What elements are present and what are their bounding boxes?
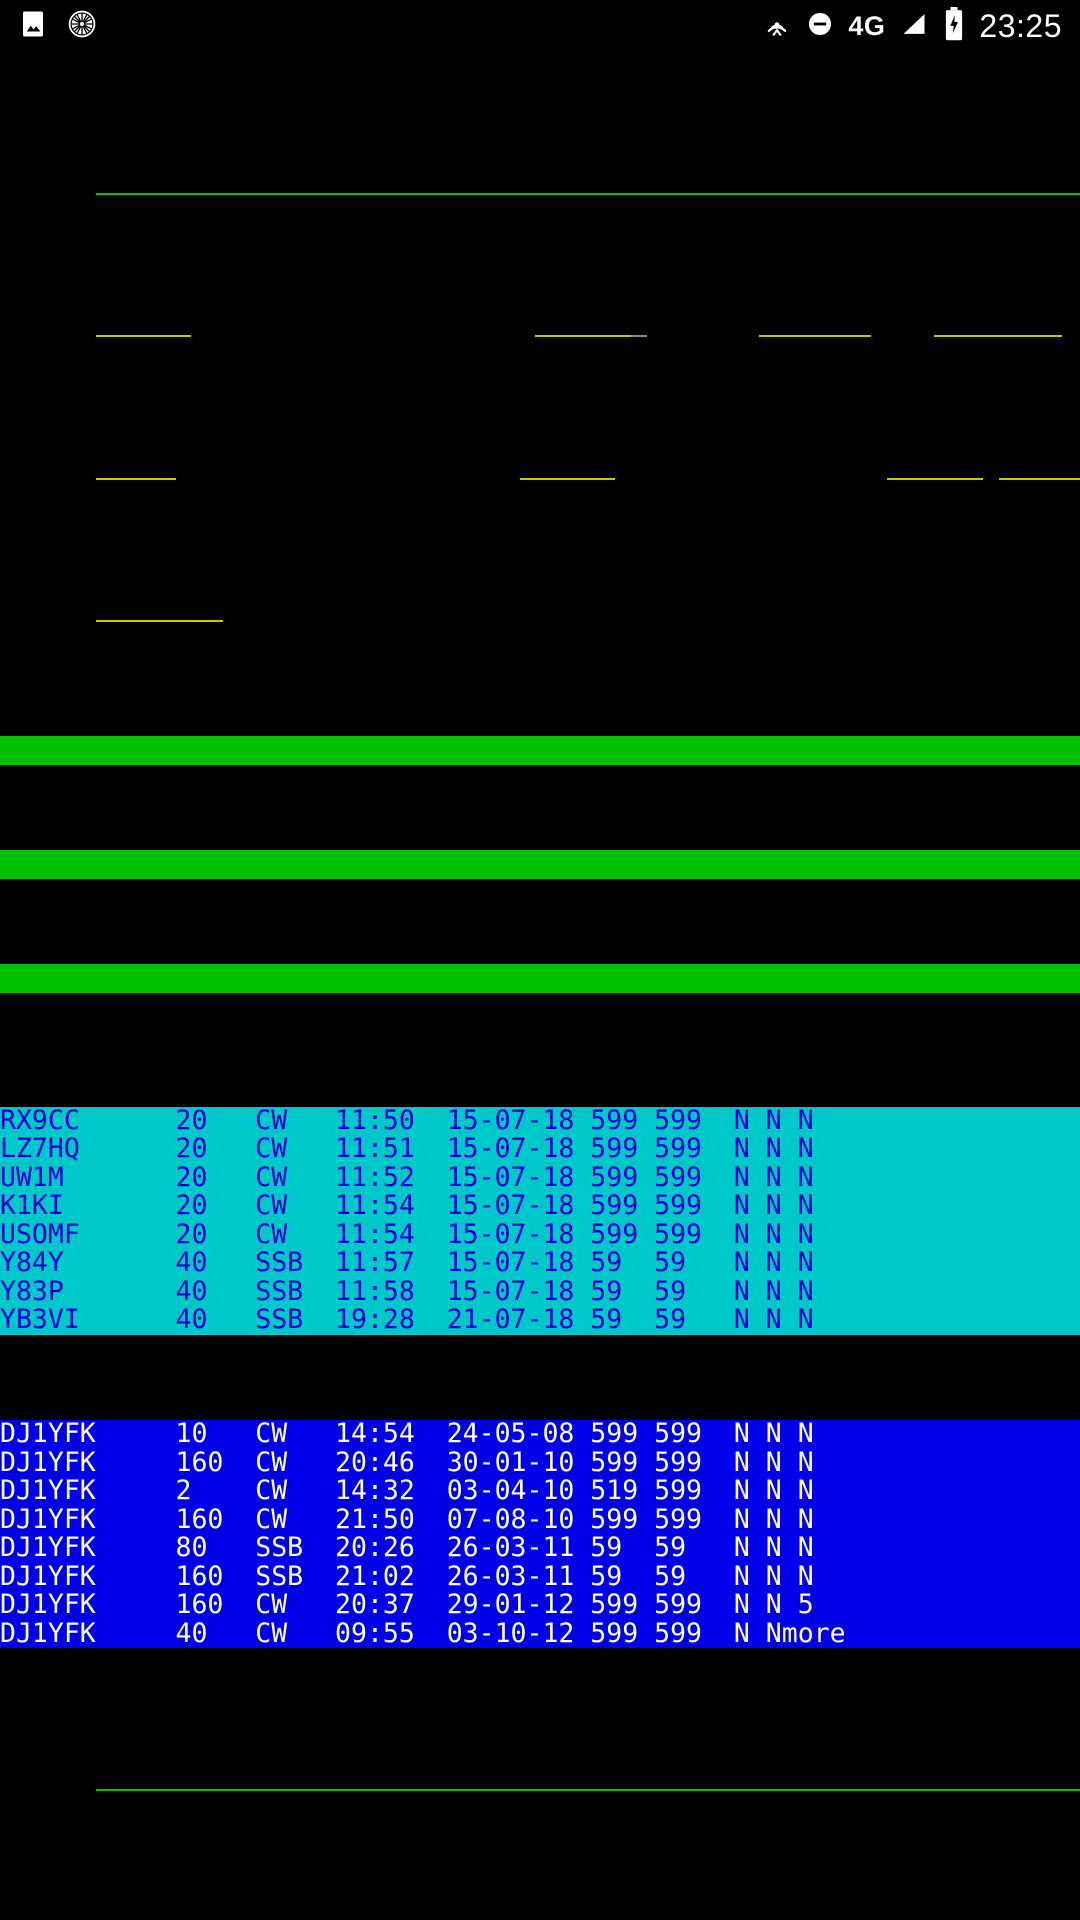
status-bar-right-icons: 4G 23:25 xyxy=(762,6,1062,46)
network-type-label: 4G xyxy=(848,10,886,41)
qso-row-previous[interactable]: DJ1YFK 2 CW 14:32 03-04-10 519 599 N N N xyxy=(0,1477,1080,1506)
qso-row-previous[interactable]: DJ1YFK 80 SSB 20:26 26-03-11 59 59 N N N xyxy=(0,1534,1080,1563)
qth-label: QTH: xyxy=(95,477,160,480)
qso-row-recent[interactable]: YB3VI 40 SSB 19:28 21-07-18 59 59 N N N xyxy=(0,1306,1080,1335)
qsls-input[interactable]: Q xyxy=(983,477,999,480)
distance-value: 177 xyxy=(702,877,750,879)
terminal-info-row-power: 0.7W 2W 10W 15W 20W 40W 80W 160W xyxy=(0,964,1080,993)
wpx-value: DJ1 xyxy=(991,763,1039,765)
terminal-field-row-2: QTH: Name: QSLs: Q QSLr: N RSTs: 599RSTr… xyxy=(0,451,1080,480)
itu-label: ITU: xyxy=(1070,763,1080,765)
terminal-app[interactable]: YFKlog v0.3.5 - Logging Mode - Active Lo… xyxy=(0,52,1080,1848)
status-bar: 4G 23:25 xyxy=(0,0,1080,52)
dxcc-label: DXCC: xyxy=(703,763,783,765)
qso-row-previous[interactable]: DJ1YFK 160 CW 20:46 30-01-10 599 599 N N… xyxy=(0,1448,1080,1477)
qso-row-recent[interactable]: Y84Y 40 SSB 11:57 15-07-18 59 59 N N N xyxy=(0,1249,1080,1278)
long-label: Long: xyxy=(303,877,383,879)
terminal-field-row-3: Remarks:PWR: 5 W xyxy=(0,594,1080,622)
qso-previous-list[interactable]: DJ1YFK 10 CW 14:54 24-05-08 599 599 N N … xyxy=(0,1420,1080,1648)
function-bar-text: F2: Save Q F3: Clear Q F8: Input Window … xyxy=(95,1788,1080,1791)
date-label: Date: xyxy=(535,335,616,337)
remarks-label: Remarks: xyxy=(95,620,224,622)
qso-row-previous[interactable]: DJ1YFK 160 CW 21:50 07-08-10 599 599 N N… xyxy=(0,1505,1080,1534)
qso-row-recent[interactable]: K1KI 20 CW 11:54 15-07-18 599 599 N N N xyxy=(0,1192,1080,1221)
battery-icon xyxy=(943,6,965,46)
long-value: -10.00 xyxy=(399,877,495,879)
signal-icon xyxy=(899,10,929,43)
distance-label: Distance: xyxy=(543,877,687,879)
qso-row-previous[interactable]: DJ1YFK 160 SSB 21:02 26-03-11 59 59 N N … xyxy=(0,1562,1080,1591)
dxcc-value: DL xyxy=(799,763,831,765)
lat-label: Lat: xyxy=(96,877,160,879)
qso-row-recent[interactable]: USOMF 20 CW 11:54 15-07-18 599 599 N N N xyxy=(0,1220,1080,1249)
time-on-label: T on: xyxy=(774,335,855,337)
terminal-title-bar: YFKlog v0.3.5 - Logging Mode - Active Lo… xyxy=(0,166,1080,195)
image-icon xyxy=(18,9,48,44)
compass-icon xyxy=(66,8,98,45)
qsls-label: QSLs: xyxy=(887,477,968,480)
do-not-disturb-icon xyxy=(806,10,834,43)
qso-row-previous[interactable]: DJ1YFK 40 CW 09:55 03-10-12 599 599 N Nm… xyxy=(0,1619,1080,1648)
wpx-label: WPX: xyxy=(911,763,975,765)
cast-icon xyxy=(762,9,792,44)
terminal-info-row-location: Lat: 51.00 Long: -10.00 Distance: 177 Direc… xyxy=(0,850,1080,879)
terminal-empty-area xyxy=(0,1847,1080,1920)
power-list: 0.7W 2W 10W 15W 20W 40W 80W 160W xyxy=(96,991,607,993)
terminal-function-bar: F2: Save Q F3: Clear Q F8: Input Window … xyxy=(0,1762,1080,1791)
country-label: Country: xyxy=(96,763,224,765)
qso-row-recent[interactable]: RX9CC 20 CW 11:50 15-07-18 599 599 N N N xyxy=(0,1106,1080,1135)
qso-recent-list[interactable]: RX9CC 20 CW 11:50 15-07-18 599 599 N N N… xyxy=(0,1106,1080,1335)
qslr-label: QSLr: xyxy=(1014,477,1080,480)
terminal-field-row-1: Call: DJ1YFKDate: 17082018 T on: 2125 T … xyxy=(0,309,1080,337)
qso-row-recent[interactable]: LZ7HQ 20 CW 11:51 15-07-18 599 599 N N N xyxy=(0,1135,1080,1164)
clock: 23:25 xyxy=(979,7,1062,44)
name-label: Name: xyxy=(519,477,600,480)
direction-label: Direction: xyxy=(846,877,1006,879)
lat-value: 51.00 xyxy=(176,877,256,879)
country-value: Germany xyxy=(239,763,351,765)
date-input[interactable]: 7082018 xyxy=(647,335,759,337)
screen-root: 4G 23:25 YFKlog v0.3.5 - Logging Mode - … xyxy=(0,0,1080,1920)
direction-value: 127 xyxy=(1022,877,1070,879)
qso-row-previous[interactable]: DJ1YFK 160 CW 20:37 29-01-12 599 599 N N… xyxy=(0,1591,1080,1620)
time-off-label: T off: xyxy=(950,335,1047,337)
qso-row-recent[interactable]: UW1M 20 CW 11:52 15-07-18 599 599 N N N xyxy=(0,1163,1080,1192)
status-bar-left-icons xyxy=(18,8,98,45)
time-on-input[interactable]: 2125 xyxy=(870,335,935,337)
qso-row-previous[interactable]: DJ1YFK 10 CW 14:54 24-05-08 599 599 N N … xyxy=(0,1420,1080,1449)
call-label: Call: xyxy=(95,335,176,337)
qso-row-recent[interactable]: Y83P 40 SSB 11:58 15-07-18 59 59 N N N xyxy=(0,1277,1080,1306)
terminal-title: YFKlog v0.3.5 - Logging Mode - Active Lo… xyxy=(95,192,1080,195)
date-cursor: 1 xyxy=(631,335,648,337)
terminal-info-row-country: Country: GermanyDXCC: DLWPX: DJ1ITU: 28C… xyxy=(0,736,1080,765)
